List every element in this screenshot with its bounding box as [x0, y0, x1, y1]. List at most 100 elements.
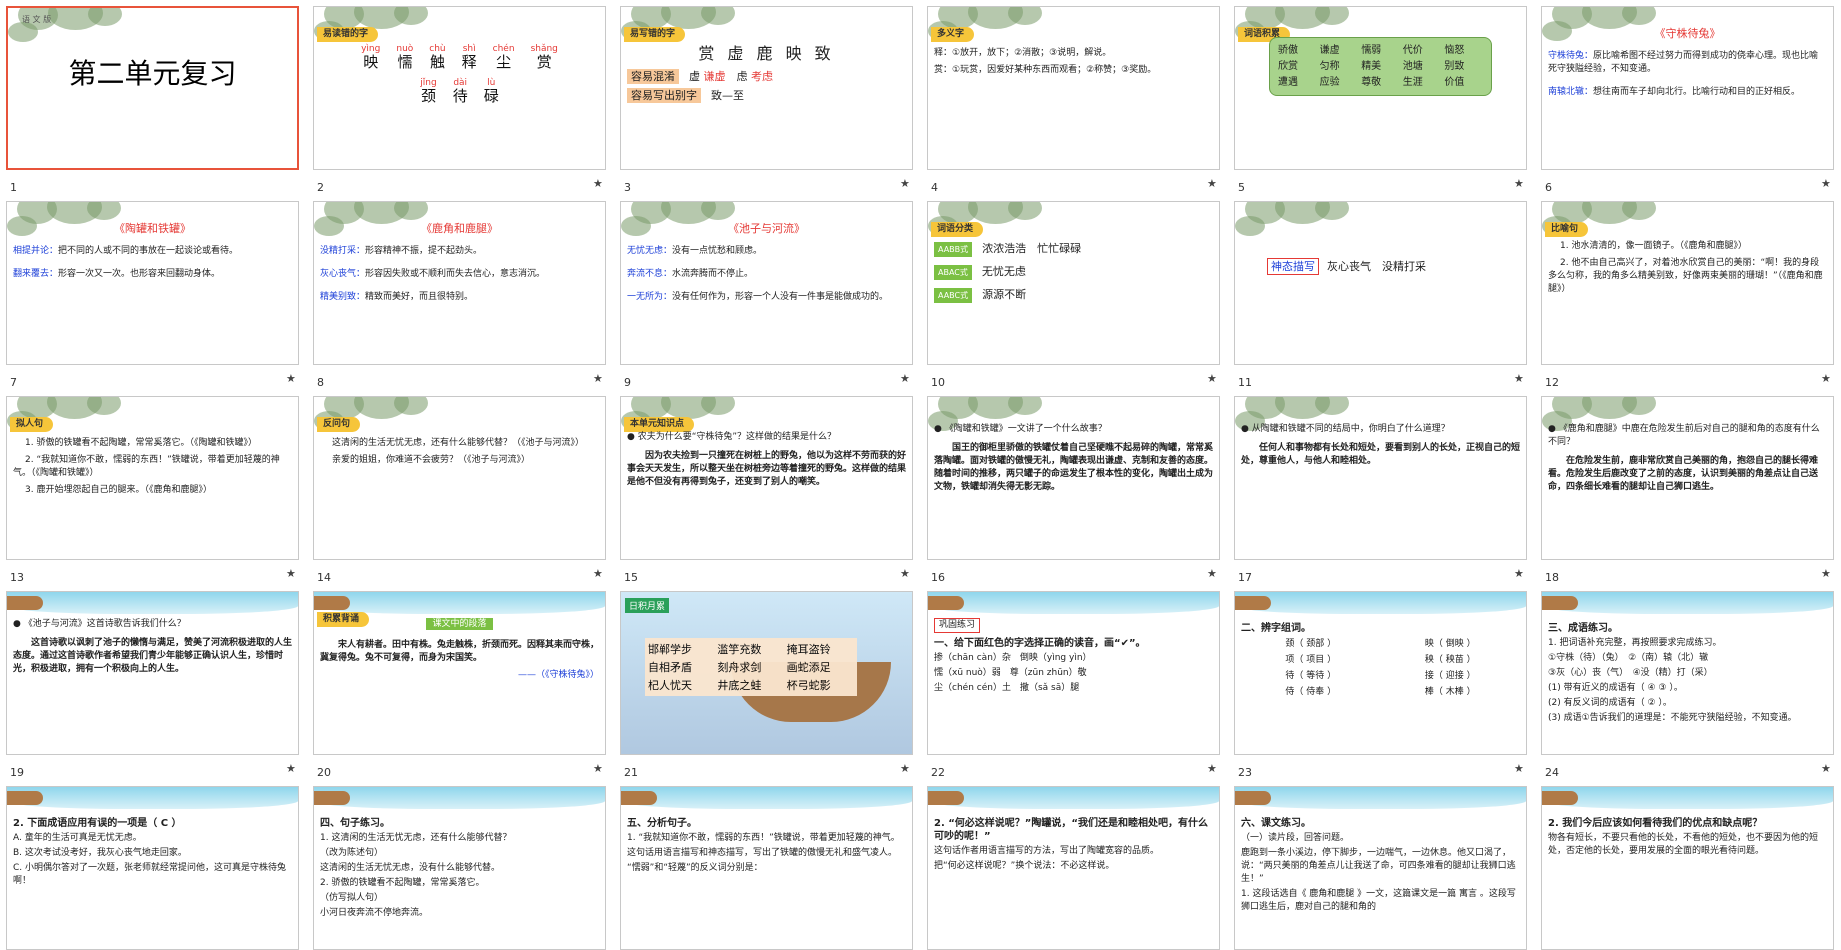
slide-thumbnail-8[interactable]: 《鹿角和鹿腿》 没精打采：形容精神不振，提不起劲头。 灰心丧气：形容因失败或不顺利而…	[313, 201, 606, 365]
word: 匀称	[1319, 61, 1340, 72]
slide-content: 《陶罐和铁罐》 相提并论：把不同的人或不同的事放在一起谈论或看待。 翻来覆去：形容一…	[13, 208, 292, 360]
slide-number: 9	[624, 376, 631, 389]
slide-transition-icon[interactable]: ★	[900, 762, 910, 775]
exercise-heading: 2. 下面成语应用有误的一项是（ C ）	[13, 818, 182, 829]
pinyin-char: dài 待	[453, 77, 468, 104]
definition: 奔流不息：水流奔腾而不停止。	[627, 268, 906, 281]
line-block: 这清闲的生活无忧无虑，还有什么能够代替？（《池子与河流》） 亲爱的姐姐，你难道不会…	[320, 437, 599, 467]
slide-transition-icon[interactable]: ★	[900, 372, 910, 385]
slide-number: 5	[1238, 181, 1245, 194]
confuse-row: 容易混淆虚 谦虚 虑 考虑	[627, 69, 906, 84]
slide-content: 2. 我们今后应该如何看待我们的优点和缺点呢？ 物各有短长，不要只看他的长处，不看…	[1548, 793, 1827, 945]
slide-thumbnail-1[interactable]: 第二单元复习语 文 版	[6, 6, 299, 170]
slide-thumbnail-26[interactable]: 四、句子练习。 1. 这清闲的生活无忧无虑，还有什么能够代替？ （改为陈述句） 这清闲…	[313, 786, 606, 950]
slide-transition-icon[interactable]: ★	[1207, 567, 1217, 580]
term: 精美别致：	[320, 292, 366, 302]
slide-transition-icon[interactable]: ★	[900, 177, 910, 190]
label: 神态描写	[1267, 258, 1319, 275]
slide-number: 15	[624, 571, 638, 584]
exercise-line: （仿写拟人句）	[320, 893, 384, 903]
slide-thumbnail-13[interactable]: 拟人句 1. 骄傲的铁罐看不起陶罐，常常奚落它。（《陶罐和铁罐》） 2. “我就知道…	[6, 396, 299, 560]
slide-transition-icon[interactable]: ★	[593, 762, 603, 775]
exercise-line: “懦弱”和“轻蔑”的反义词分别是：	[627, 863, 763, 873]
slide-transition-icon[interactable]: ★	[1821, 177, 1831, 190]
slide-thumbnail-16[interactable]: ● 《陶罐和铁罐》一文讲了一个什么故事？ 国王的御柜里骄傲的铁罐仗着自己坚硬瞧不起…	[927, 396, 1220, 560]
slide-transition-icon[interactable]: ★	[593, 567, 603, 580]
exercise-heading: 一、给下面红色的字选择正确的读音，画“✔”。	[934, 638, 1146, 649]
slide-thumbnail-19[interactable]: ● 《池子与河流》这首诗歌告诉我们什么？ 这首诗歌以讽刺了池子的懒惰与满足，赞美了…	[6, 591, 299, 755]
answer: 因为农夫捡到一只撞死在树桩上的野兔，他以为这样不劳而获的好事会天天发生，所以整天…	[627, 451, 907, 487]
slide-transition-icon[interactable]: ★	[1514, 177, 1524, 190]
slide-transition-icon[interactable]: ★	[1207, 372, 1217, 385]
slide-thumbnail-14[interactable]: 反问句 这清闲的生活无忧无虑，还有什么能够代替？（《池子与河流》） 亲爱的姐姐，你难…	[313, 396, 606, 560]
exercise-line: (1) 带有近义的成语有（ ④ ③ ）。	[1548, 683, 1683, 693]
pinyin-char: lù 碌	[484, 77, 499, 104]
exercise-line: 物各有短长，不要只看他的长处，不看他的短处，也不要因为他的短处，否定他的长处，要…	[1548, 833, 1819, 856]
slide-transition-icon[interactable]: ★	[1821, 762, 1831, 775]
class-row: AABC式 源源不断	[934, 288, 1213, 303]
slide-content: ● 《池子与河流》这首诗歌告诉我们什么？ 这首诗歌以讽刺了池子的懒惰与满足，赞美了…	[13, 598, 292, 750]
body-line: 赏：①玩赏，因爱好某种东西而观看；②称赞；③奖励。	[934, 65, 1157, 75]
slide-thumbnail-2[interactable]: 易读错的字 yìng 映 nuò 懦 chù 触 shì 释 chén 尘 shǎng 赏 jǐng 颈 dà…	[313, 6, 606, 170]
slide-content: 1. 池水清清的，像一面镜子。（《鹿角和鹿腿》） 2. 他不由自己高兴了，对着池水…	[1548, 208, 1827, 360]
slide-transition-icon[interactable]: ★	[286, 762, 296, 775]
slide-thumbnail-22[interactable]: 巩固练习 一、给下面红色的字选择正确的读音，画“✔”。 掺（chān càn）杂 倒…	[927, 591, 1220, 755]
word: 尊敬	[1361, 77, 1382, 88]
slide-thumbnail-21[interactable]: 邯郸学步 滥竽充数 掩耳盗铃 自相矛盾 刻舟求剑 画蛇添足 杞人忧天 井底之蛙 杯弓蛇影 日积月累	[620, 591, 913, 755]
slide-number: 18	[1545, 571, 1559, 584]
slide-transition-icon[interactable]: ★	[1207, 177, 1217, 190]
exercise-line: 1. “我就知道你不敢，懦弱的东西！”铁罐说，带着更加轻蔑的神气。	[627, 833, 900, 843]
class-block: AABB式 浓浓浩浩 忙忙碌碌 ABAC式 无忧无虑 AABC式 源源不断	[934, 242, 1213, 303]
pair: 映（ 倒映 ）	[1424, 639, 1476, 649]
slide-thumbnail-6[interactable]: 《守株待兔》 守株待兔：原比喻希图不经过努力而得到成功的侥幸心理。现也比喻死守狭隘…	[1541, 6, 1834, 170]
word: 考虑	[751, 70, 773, 83]
slide-thumbnail-15[interactable]: 本单元知识点 ● 农夫为什么要“守株待兔”？这样做的结果是什么？ 因为农夫捡到一只撞…	[620, 396, 913, 560]
slide-thumbnail-23[interactable]: 二、辨字组词。 颈（ 颈部 ） 映（ 倒映 ） 项（ 项目 ） 秧（ 秧苗 ） 待（ 等待…	[1234, 591, 1527, 755]
slide-thumbnail-7[interactable]: 《陶罐和铁罐》 相提并论：把不同的人或不同的事放在一起谈论或看待。 翻来覆去：形容一…	[6, 201, 299, 365]
slide-thumbnail-28[interactable]: 2. “何必这样说呢？”陶罐说，“我们还是和睦相处吧，有什么可吵的呢！” 这句话作…	[927, 786, 1220, 950]
slide-number: 21	[624, 766, 638, 779]
slide-thumbnail-30[interactable]: 2. 我们今后应该如何看待我们的优点和缺点呢？ 物各有短长，不要只看他的长处，不看…	[1541, 786, 1834, 950]
slide-thumbnail-20[interactable]: 积累背诵 课文中的段落 宋人有耕者。田中有株。兔走触株，折颈而死。因释其耒而守株，冀…	[313, 591, 606, 755]
slide-thumbnail-17[interactable]: ● 从陶罐和铁罐不同的结局中，你明白了什么道理？ 任何人和事物都有长处和短处，要看…	[1234, 396, 1527, 560]
question: ● 《鹿角和鹿腿》中鹿在危险发生前后对自己的腿和角的态度有什么不同？	[1548, 424, 1820, 447]
body-line: 2. “我就知道你不敢，懦弱的东西！”铁罐说，带着更加轻蔑的神气。（《陶罐和铁罐…	[13, 455, 280, 478]
slide-thumbnail-10[interactable]: 词语分类 AABB式 浓浓浩浩 忙忙碌碌 ABAC式 无忧无虑 AABC式 源源不断	[927, 201, 1220, 365]
slide-number: 13	[10, 571, 24, 584]
exercise-heading: 2. “何必这样说呢？”陶罐说，“我们还是和睦相处吧，有什么可吵的呢！”	[934, 818, 1208, 842]
slide-thumbnail-3[interactable]: 易写错的字赏 虚 鹿 映 致容易混淆虚 谦虚 虑 考虑 容易写出别字 致—至	[620, 6, 913, 170]
slide-thumbnail-24[interactable]: 三、成语练习。 1. 把词语补充完整，再按照要求完成练习。 ①守株（待）（兔） ②（…	[1541, 591, 1834, 755]
exercise-line: 鹿跑到一条小溪边，停下脚步，一边喘气，一边休息。他又口渴了，说：“两只美丽的角差…	[1241, 848, 1516, 884]
slide-transition-icon[interactable]: ★	[286, 567, 296, 580]
exercise-line: （一）读片段，回答问题。	[1241, 833, 1350, 843]
word: 浓浓浩浩	[982, 242, 1038, 255]
slide-transition-icon[interactable]: ★	[1514, 762, 1524, 775]
slide-transition-icon[interactable]: ★	[286, 372, 296, 385]
lesson-title: 《守株待兔》	[1654, 27, 1721, 40]
slide-thumbnail-18[interactable]: ● 《鹿角和鹿腿》中鹿在危险发生前后对自己的腿和角的态度有什么不同？ 在危险发生前…	[1541, 396, 1834, 560]
body-line: 1. 骄傲的铁罐看不起陶罐，常常奚落它。（《陶罐和铁罐》）	[25, 438, 257, 448]
slide-thumbnail-25[interactable]: 2. 下面成语应用有误的一项是（ C ） A. 童年的生活可真是无忧无虑。 B. 这…	[6, 786, 299, 950]
slide-thumbnail-11[interactable]: 神态描写 灰心丧气 没精打采	[1234, 201, 1527, 365]
slide-transition-icon[interactable]: ★	[1821, 372, 1831, 385]
slide-thumbnail-29[interactable]: 六、课文练习。 （一）读片段，回答问题。 鹿跑到一条小溪边，停下脚步，一边喘气，一边…	[1234, 786, 1527, 950]
slide-thumbnail-12[interactable]: 比喻句 1. 池水清清的，像一面镜子。（《鹿角和鹿腿》） 2. 他不由自己高兴了，对…	[1541, 201, 1834, 365]
slide-transition-icon[interactable]: ★	[593, 372, 603, 385]
pinyin-char: shì 释	[462, 43, 477, 70]
slide-thumbnail-4[interactable]: 多义字 释：①放开，放下；②消散；③说明，解说。 赏：①玩赏，因爱好某种东西而观看；…	[927, 6, 1220, 170]
exercise-line: 把“何必这样说呢？”换个说法：不必这样说。	[934, 861, 1115, 871]
slide-transition-icon[interactable]: ★	[1514, 372, 1524, 385]
slide-thumbnail-9[interactable]: 《池子与河流》 无忧无虑：没有一点忧愁和顾虑。 奔流不息：水流奔腾而不停止。 一无所为…	[620, 201, 913, 365]
slide-content	[14, 14, 291, 164]
question: ● 农夫为什么要“守株待兔”？这样做的结果是什么？	[627, 432, 837, 442]
slide-thumbnail-5[interactable]: 词语积累 骄傲 谦虚 懦弱 代价 恼怒 欣赏 匀称 精美 池塘 别致 遭遇 应验 尊敬 生涯 价值	[1234, 6, 1527, 170]
slide-thumbnail-27[interactable]: 五、分析句子。 1. “我就知道你不敢，懦弱的东西！”铁罐说，带着更加轻蔑的神气。…	[620, 786, 913, 950]
body-line: 释：①放开，放下；②消散；③说明，解说。	[934, 48, 1112, 58]
slide-transition-icon[interactable]: ★	[1514, 567, 1524, 580]
slide-transition-icon[interactable]: ★	[1821, 567, 1831, 580]
slide-transition-icon[interactable]: ★	[1207, 762, 1217, 775]
slide-transition-icon[interactable]: ★	[593, 177, 603, 190]
word: 代价	[1402, 45, 1423, 56]
slide-transition-icon[interactable]: ★	[900, 567, 910, 580]
word: 谦虚	[1319, 45, 1340, 56]
